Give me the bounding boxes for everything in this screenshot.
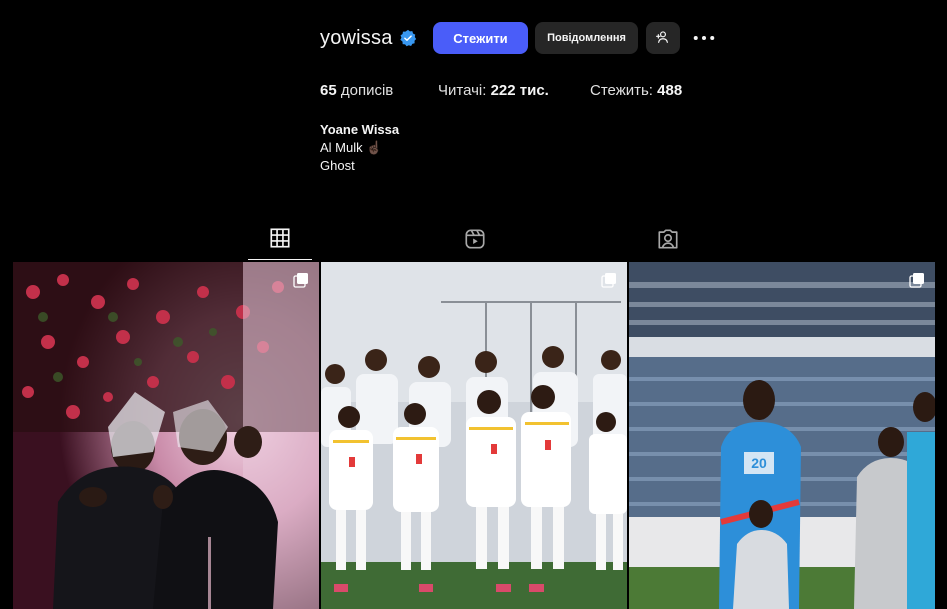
posts-count-value: 65 [320, 82, 337, 99]
post-thumbnail[interactable] [321, 262, 627, 609]
followers-label: Читачі: [438, 82, 487, 99]
carousel-icon [909, 272, 925, 288]
post-image [13, 262, 319, 609]
followers-value: 222 тис. [490, 82, 549, 99]
bio-line: Al Mulk ☝🏿 [320, 140, 383, 155]
add-user-icon [655, 29, 671, 48]
bio-full-name: Yoane Wissa [320, 122, 400, 137]
posts-count-label: дописів [340, 82, 394, 99]
verified-badge-icon [399, 29, 417, 47]
reels-icon [464, 228, 486, 255]
following-value: 488 [657, 82, 683, 99]
post-thumbnail[interactable]: 20 [629, 262, 935, 609]
follow-button[interactable]: Стежити [433, 22, 528, 54]
tab-posts[interactable] [248, 222, 312, 260]
carousel-icon [601, 272, 617, 288]
posts-grid: 20 [13, 262, 935, 609]
grid-icon [269, 227, 291, 254]
post-image: 20 [629, 262, 935, 609]
svg-text:20: 20 [751, 455, 767, 471]
post-thumbnail[interactable] [13, 262, 319, 609]
username: yowissa [320, 26, 393, 49]
more-options-icon[interactable] [690, 26, 718, 50]
carousel-icon [293, 272, 309, 288]
following-count[interactable]: Стежить: 488 [590, 82, 682, 99]
following-label: Стежить: [590, 82, 653, 99]
tab-reels[interactable] [443, 222, 507, 260]
tab-tagged[interactable] [636, 222, 700, 260]
profile-tabs [0, 222, 947, 260]
posts-count: 65 дописів [320, 82, 393, 99]
bio-line: Ghost [320, 158, 355, 173]
message-button[interactable]: Повідомлення [535, 22, 638, 54]
profile-header: yowissa [320, 20, 417, 56]
tagged-icon [657, 228, 679, 255]
followers-count[interactable]: Читачі: 222 тис. [438, 82, 549, 99]
post-image [321, 262, 627, 609]
add-user-button[interactable] [646, 22, 680, 54]
profile-bio: Yoane Wissa Al Mulk ☝🏿 Ghost [320, 121, 399, 175]
